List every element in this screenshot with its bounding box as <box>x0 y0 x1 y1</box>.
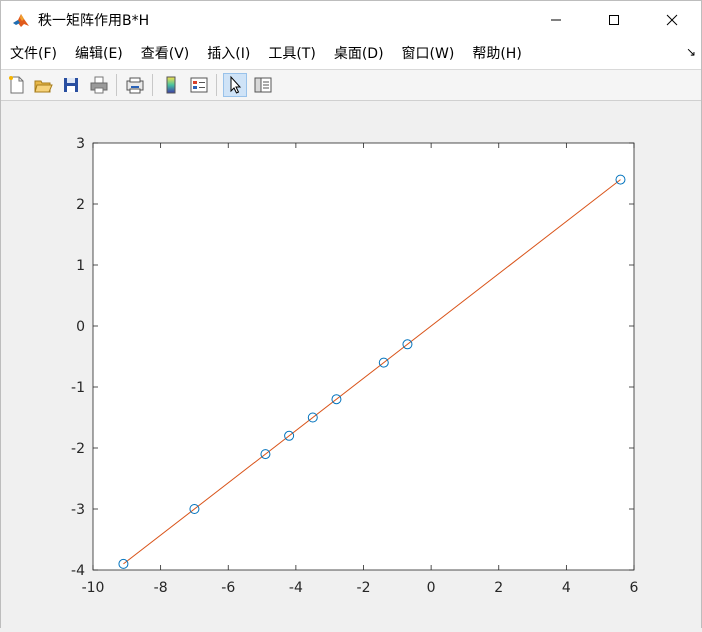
toolbar-separator <box>216 74 217 96</box>
x-tick-label: -2 <box>357 580 371 596</box>
insert-colorbar-icon <box>166 76 176 94</box>
figure-window: 秩一矩阵作用B*H 文件(F) 编辑(E) 查看(V) 插入(I) 工具(T) … <box>0 0 702 628</box>
y-tick-label: -1 <box>71 380 85 396</box>
menu-bar: 文件(F) 编辑(E) 查看(V) 插入(I) 工具(T) 桌面(D) 窗口(W… <box>1 39 701 70</box>
figure-canvas: -10 -8 -6 -4 -2 0 2 4 6 -4 -3 -2 -1 0 1 2 3 <box>1 101 701 628</box>
toolbar-separator <box>116 74 117 96</box>
matlab-logo-icon <box>12 11 30 29</box>
insert-colorbar-button[interactable] <box>159 73 183 97</box>
axes[interactable]: -10 -8 -6 -4 -2 0 2 4 6-4-3-2-10123 <box>71 136 639 596</box>
menu-help[interactable]: 帮助(H) <box>463 42 530 66</box>
close-button[interactable] <box>643 1 701 39</box>
y-tick-label: 3 <box>76 136 85 152</box>
maximize-button[interactable] <box>585 1 643 39</box>
x-tick-label: 4 <box>562 580 571 596</box>
plot-svg: -10 -8 -6 -4 -2 0 2 4 6-4-3-2-10123 <box>71 136 639 596</box>
close-icon <box>666 14 678 26</box>
x-tick-label: -6 <box>221 580 235 596</box>
figure-toolbar <box>1 70 701 101</box>
property-inspector-button[interactable] <box>251 73 275 97</box>
plot-area <box>93 143 634 570</box>
x-tick-label: 0 <box>427 580 436 596</box>
print-icon <box>90 76 108 94</box>
menu-insert[interactable]: 插入(I) <box>198 42 259 66</box>
property-inspector-icon <box>254 77 272 93</box>
window-title: 秩一矩阵作用B*H <box>38 13 150 29</box>
y-tick-label: 1 <box>76 258 85 274</box>
menu-desktop[interactable]: 桌面(D) <box>325 42 393 66</box>
save-button[interactable] <box>59 73 83 97</box>
toolbar-separator <box>152 74 153 96</box>
menu-tools[interactable]: 工具(T) <box>259 42 324 66</box>
window-controls <box>527 1 701 39</box>
select-pointer-button[interactable] <box>223 73 247 97</box>
new-figure-button[interactable] <box>5 73 29 97</box>
minimize-button[interactable] <box>527 1 585 39</box>
open-file-icon <box>34 80 53 93</box>
x-tick-label: 6 <box>630 580 639 596</box>
insert-legend-button[interactable] <box>187 73 211 97</box>
open-file-button[interactable] <box>31 73 55 97</box>
menu-edit[interactable]: 编辑(E) <box>66 42 132 66</box>
dock-figure-icon[interactable]: ↘ <box>686 45 696 59</box>
select-pointer-icon <box>230 75 242 94</box>
x-tick-label: -8 <box>154 580 168 596</box>
maximize-icon <box>609 15 619 25</box>
x-tick-label: 2 <box>494 580 503 596</box>
y-tick-label: -3 <box>71 502 85 518</box>
print-button[interactable] <box>87 73 111 97</box>
link-plot-icon <box>126 77 144 94</box>
menu-file[interactable]: 文件(F) <box>1 42 66 66</box>
menu-view[interactable]: 查看(V) <box>132 42 199 66</box>
x-tick-label: -10 <box>82 580 105 596</box>
save-icon <box>64 78 78 92</box>
title-bar: 秩一矩阵作用B*H <box>1 1 701 39</box>
x-tick-label: -4 <box>289 580 303 596</box>
minimize-icon <box>551 19 561 21</box>
new-figure-icon <box>9 76 24 94</box>
insert-legend-icon <box>190 77 208 93</box>
y-tick-label: 0 <box>76 319 85 335</box>
y-tick-label: -2 <box>71 441 85 457</box>
y-tick-label: -4 <box>71 563 85 579</box>
y-tick-label: 2 <box>76 197 85 213</box>
link-plot-button[interactable] <box>123 73 147 97</box>
menu-window[interactable]: 窗口(W) <box>393 42 464 66</box>
